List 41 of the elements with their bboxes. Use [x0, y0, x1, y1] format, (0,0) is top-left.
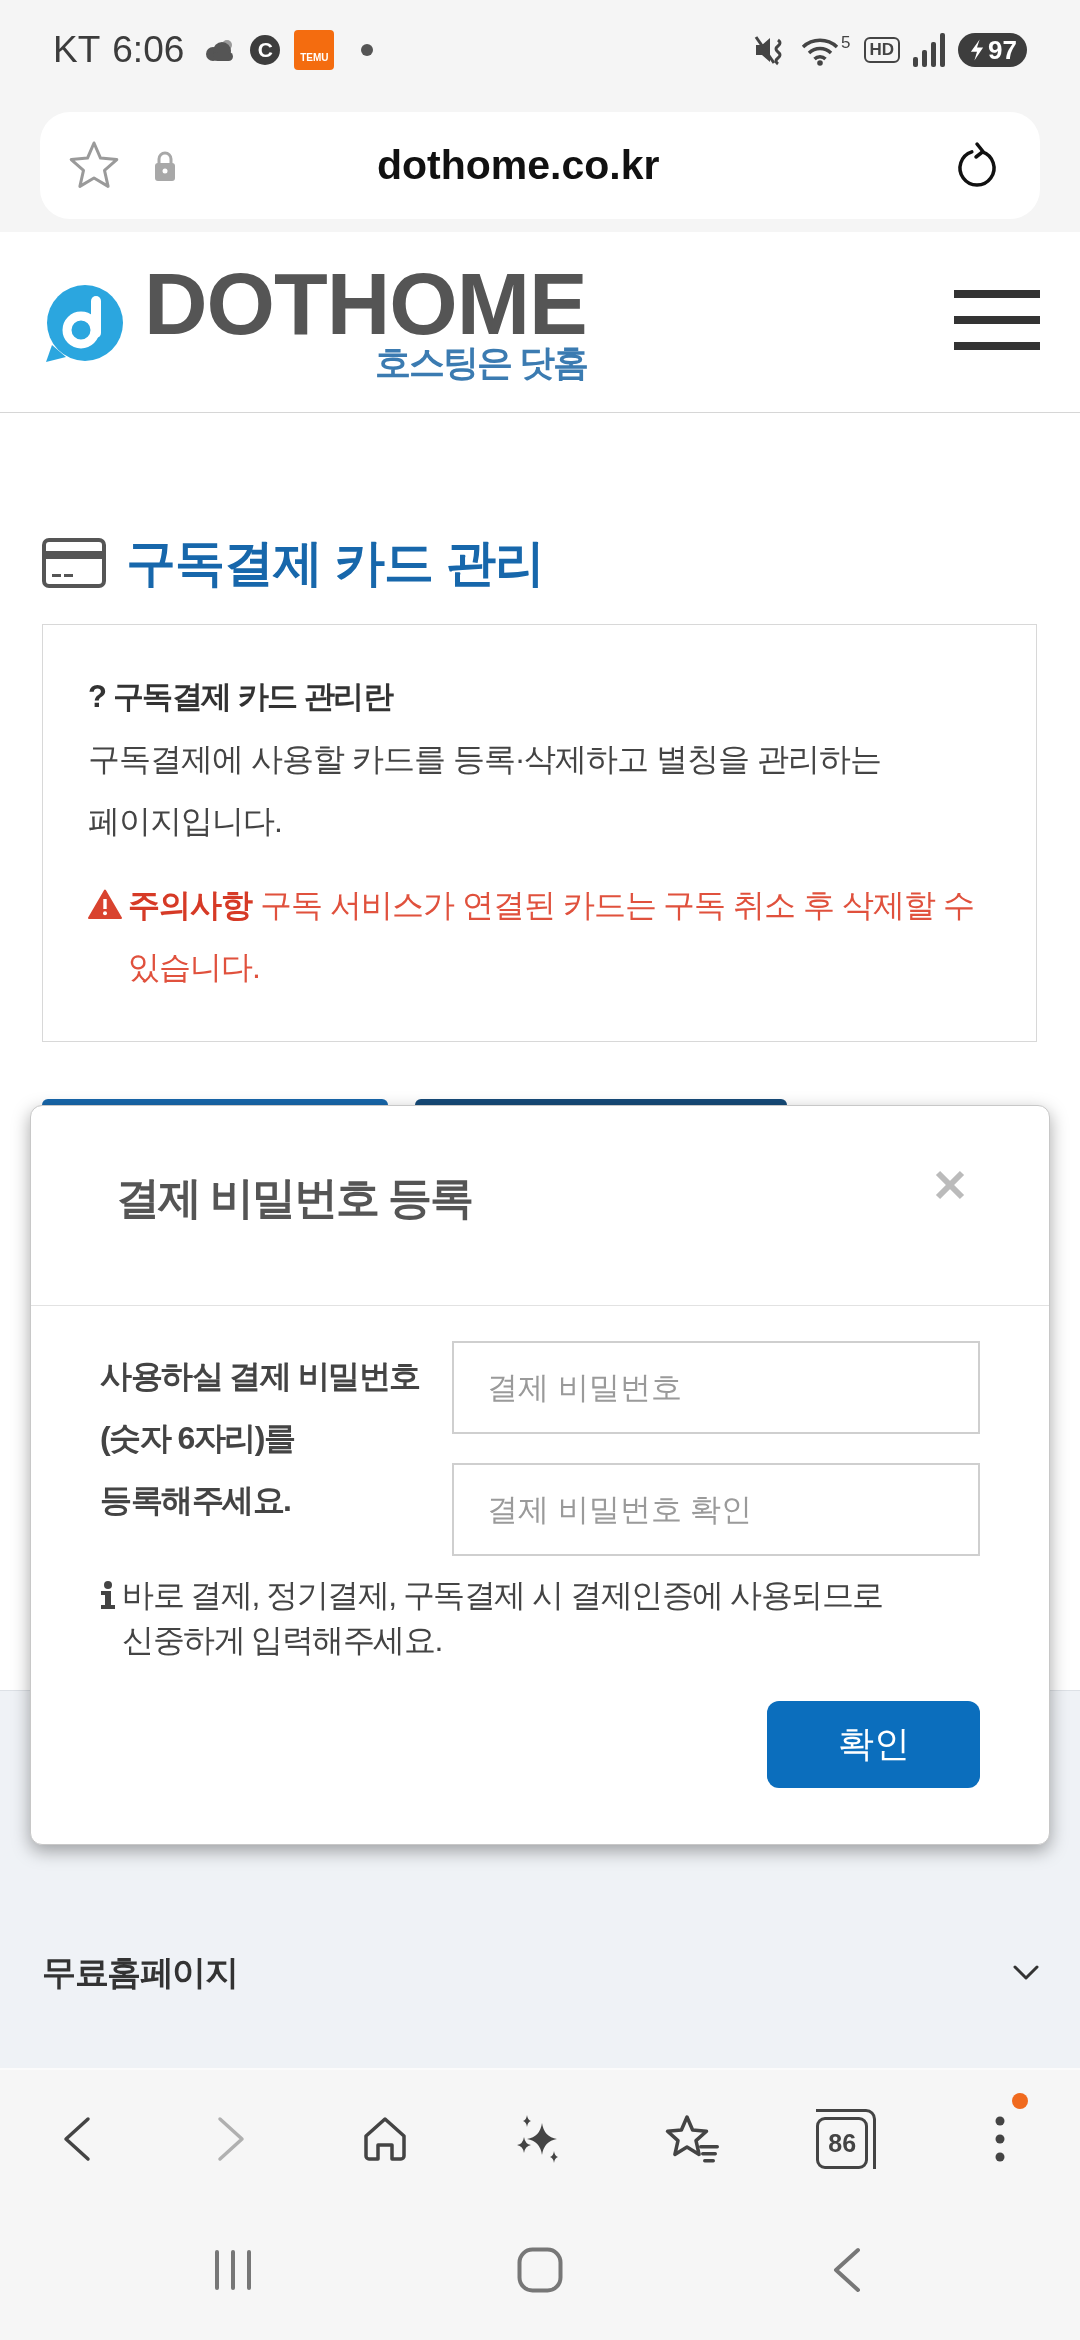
home-square-icon	[517, 2247, 563, 2293]
warning-icon	[88, 889, 122, 919]
accordion-item[interactable]: 무료홈페이지	[42, 1931, 1040, 2015]
address-field[interactable]: dothome.co.kr	[40, 112, 1040, 219]
back-nav-button[interactable]	[831, 2247, 862, 2293]
home-nav-button[interactable]	[517, 2247, 563, 2293]
back-nav-icon	[831, 2247, 862, 2293]
back-icon	[61, 2116, 92, 2162]
info-heading: ? 구독결제 카드 관리란	[88, 678, 394, 716]
page-title: 구독결제 카드 관리	[126, 534, 544, 593]
password-field[interactable]: 결제 비밀번호	[452, 1341, 980, 1434]
lock-icon	[153, 149, 177, 182]
hd-badge: HD	[863, 37, 901, 63]
dot-icon	[361, 44, 374, 56]
password-field[interactable]: 결제 비밀번호 확인	[452, 1463, 980, 1556]
note-text: 바로 결제, 정기결제, 구독결제 시 결제인증에 사용되므로 신중하게 입력해주세요.	[122, 1576, 884, 1660]
menu-icon[interactable]	[954, 290, 1040, 350]
carrier-label: KT	[53, 29, 101, 71]
back-button[interactable]	[61, 2116, 92, 2162]
bolt-icon	[970, 39, 985, 61]
wifi-band-label: 5	[841, 34, 851, 51]
url-text[interactable]: dothome.co.kr	[377, 142, 660, 189]
star-list-icon	[663, 2113, 722, 2165]
app-tile: TEMU	[294, 30, 335, 70]
credit-card-icon	[42, 538, 106, 588]
forward-icon	[215, 2116, 246, 2162]
bookmarks-button[interactable]	[663, 2113, 722, 2165]
info-icon	[100, 1581, 116, 1609]
battery-level-text: 97	[988, 34, 1017, 66]
logo-wordmark[interactable]: DOTHOME	[144, 265, 587, 343]
info-description: 구독결제에 사용할 카드를 등록·삭제하고 별칭을 관리하는 페이지입니다.	[88, 740, 883, 841]
warning-text: 주의사항 구독 서비스가 연결된 카드는 구독 취소 후 삭제할 수 있습니다.	[128, 886, 975, 987]
confirm-button[interactable]: 확인	[767, 1701, 980, 1788]
more-icon	[994, 2115, 1007, 2163]
signal-icon	[913, 33, 946, 67]
notification-badge: C	[250, 35, 281, 65]
close-icon	[935, 1170, 965, 1200]
logo-tagline: 호스팅은 닷홈	[374, 343, 587, 383]
field-instructions: 사용하실 결제 비밀번호 (숫자 6자리)를 등록해주세요.	[100, 1357, 421, 1520]
status-time: 6:06	[112, 29, 185, 71]
modal-title: 결제 비밀번호 등록	[116, 1172, 473, 1224]
